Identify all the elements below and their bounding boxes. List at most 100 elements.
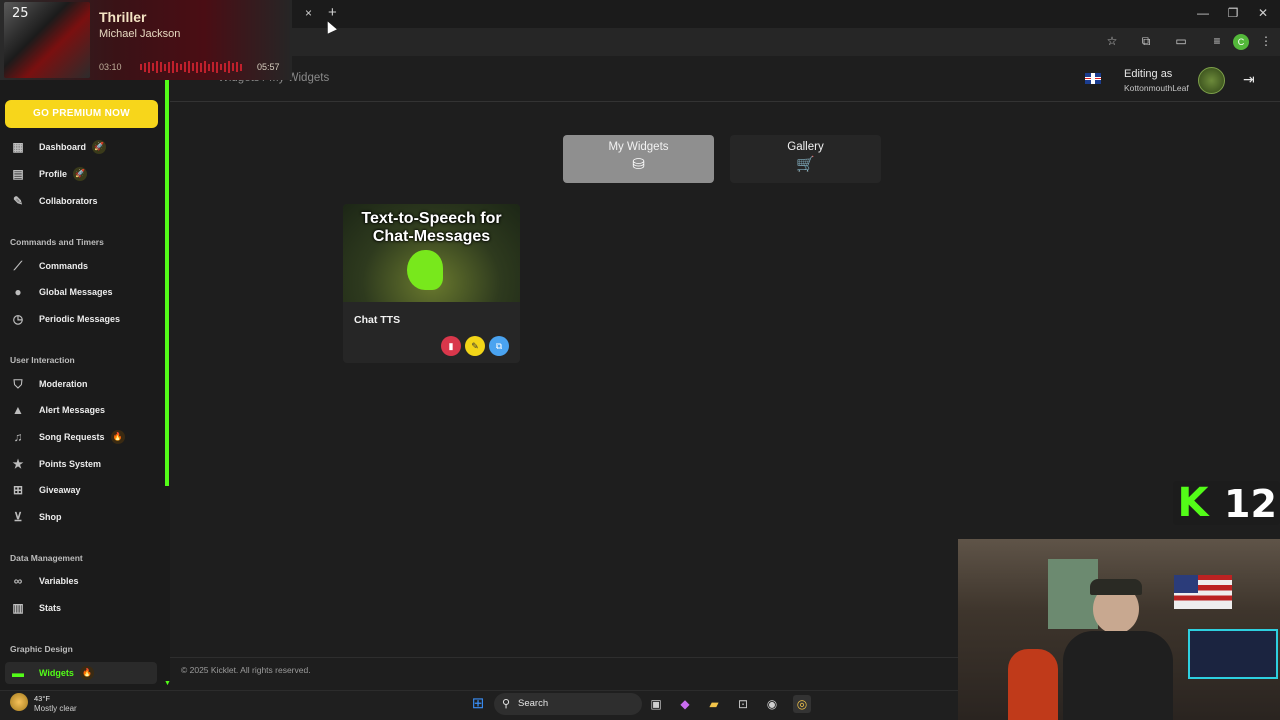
sidebar-item-profile[interactable]: ▤ Profile 🚀 (10, 164, 88, 184)
visualizer-bar (224, 62, 226, 72)
visualizer-bar (240, 63, 242, 71)
chrome-icon[interactable]: ◎ (793, 695, 811, 713)
visualizer-bar (204, 61, 206, 73)
sidebar-item-variables[interactable]: ∞ Variables (10, 571, 79, 591)
uk-flag-icon[interactable] (1085, 73, 1101, 84)
sidebar-scrollbar[interactable] (165, 56, 169, 486)
sidebar-item-song-requests[interactable]: ♫ Song Requests 🔥 (10, 427, 125, 447)
profile-avatar-icon[interactable]: C (1233, 34, 1249, 50)
copilot-icon[interactable]: ◆ (676, 695, 694, 713)
song-title: Thriller (99, 9, 147, 25)
visualizer-bar (152, 63, 154, 71)
edit-button[interactable]: ✎ (465, 336, 485, 356)
sidebar-item-label: Shop (39, 512, 62, 522)
album-art-number: 25 (12, 6, 29, 21)
sidebar-item-label: Moderation (39, 379, 88, 389)
copy-icon: ⧉ (495, 341, 503, 351)
visualizer-bar (144, 62, 146, 72)
tab-my-widgets[interactable]: My Widgets ⛁ (563, 135, 714, 183)
sidebar-item-global-messages[interactable]: ● Global Messages (10, 282, 112, 302)
pencil-icon: ✎ (471, 341, 479, 351)
sidebar-item-giveaway[interactable]: ⊞ Giveaway (10, 480, 81, 500)
flag-canton (1174, 575, 1198, 593)
gift-icon: ⊞ (12, 483, 24, 497)
widget-thumbnail[interactable]: Text-to-Speech for Chat-Messages (343, 204, 520, 302)
sidebar-item-moderation[interactable]: ⛉ Moderation (10, 374, 88, 394)
extensions-icon[interactable]: ⧉ (1138, 34, 1154, 50)
menu-dots-icon[interactable]: ⋮ (1258, 34, 1274, 50)
sidebar-item-label: Widgets (39, 668, 74, 678)
copy-button[interactable]: ⧉ (489, 336, 509, 356)
taskbar-search-label: Search (518, 698, 549, 709)
sidebar-item-label: Giveaway (39, 485, 81, 495)
scroll-down-icon[interactable]: ▼ (164, 680, 171, 687)
profile-icon: ▤ (12, 167, 24, 181)
webcam-feed (958, 539, 1280, 720)
dashboard-icon: ▦ (12, 140, 24, 154)
second-person (1008, 649, 1058, 720)
tab-gallery[interactable]: Gallery 🛒 (730, 135, 881, 183)
sidebar-item-label: Periodic Messages (39, 314, 121, 324)
link-icon: ∞ (13, 574, 23, 588)
sidebar-item-label: Collaborators (39, 196, 98, 206)
rocket-badge-icon: 🚀 (92, 140, 107, 154)
sidebar-item-label: Song Requests (39, 432, 105, 442)
visualizer-bar (172, 61, 174, 73)
weather-icon[interactable] (10, 693, 28, 711)
editing-username: KottonmouthLeaf (1124, 83, 1189, 93)
visualizer-bar (176, 62, 178, 72)
visualizer-bar (228, 61, 230, 73)
taskbar-search[interactable] (494, 693, 642, 715)
visualizer-bar (220, 64, 222, 70)
sidebar-item-label: Dashboard (39, 142, 87, 152)
section-title-graphic-design: Graphic Design (10, 644, 73, 654)
logout-icon[interactable]: ⇥ (1243, 71, 1261, 87)
delete-button[interactable]: ▮ (441, 336, 461, 356)
visualizer-bar (188, 61, 190, 73)
visualizer-bar (192, 63, 194, 71)
visualizer-bar (216, 61, 218, 73)
store-icon[interactable]: ⊡ (734, 695, 752, 713)
file-explorer-icon[interactable]: ▰ (705, 695, 723, 713)
monitor-image (1188, 629, 1278, 679)
minimize-icon[interactable]: — (1195, 6, 1211, 20)
sidebar-item-dashboard[interactable]: ▦ Dashboard 🚀 (10, 137, 107, 157)
visualizer-bar (168, 61, 170, 73)
restore-icon[interactable]: ❐ (1225, 6, 1241, 20)
sidebar-item-commands[interactable]: ⟋ Commands (10, 256, 88, 276)
task-view-icon[interactable]: ▣ (647, 695, 665, 713)
sidebar-item-widgets[interactable]: ▬ Widgets 🔥 (10, 663, 94, 683)
song-elapsed-time: 03:10 (99, 62, 122, 72)
sidebar-item-stats[interactable]: ▥ Stats (10, 598, 61, 618)
sidebar-item-periodic-messages[interactable]: ◷ Periodic Messages (10, 309, 120, 329)
avatar[interactable] (1198, 67, 1225, 94)
media-control-icon[interactable]: ≡ (1209, 34, 1225, 50)
tab-close-icon[interactable]: × (305, 6, 317, 20)
weather-description: Mostly clear (34, 704, 77, 713)
editing-as-label: Editing as (1124, 68, 1173, 80)
fire-badge-icon: 🔥 (79, 666, 94, 680)
alert-icon: ▲ (12, 403, 24, 417)
new-tab-icon[interactable]: + (328, 4, 337, 21)
sidebar-item-alert-messages[interactable]: ▲ Alert Messages (10, 400, 105, 420)
steam-icon[interactable]: ◉ (763, 695, 781, 713)
cast-icon[interactable]: ▭ (1173, 34, 1189, 50)
window-close-icon[interactable]: ✕ (1255, 6, 1271, 20)
sidebar-item-collaborators[interactable]: ✎ Collaborators (10, 191, 98, 211)
sidebar-item-shop[interactable]: ⊻ Shop (10, 507, 62, 527)
windows-start-icon[interactable]: ⊞ (469, 695, 487, 713)
wand-icon: ⟋ (13, 259, 23, 273)
song-artist: Michael Jackson (99, 28, 181, 40)
visualizer-bar (160, 62, 162, 72)
bookmark-star-icon[interactable]: ☆ (1104, 34, 1120, 50)
go-premium-button[interactable]: GO PREMIUM NOW (5, 100, 158, 128)
rocket-badge-icon: 🚀 (73, 167, 88, 181)
visualizer-bar (180, 64, 182, 70)
visualizer-bar (200, 62, 202, 72)
song-total-time: 05:57 (257, 62, 280, 72)
kick-logo-icon: K (1177, 480, 1209, 526)
shield-icon: ⛉ (13, 377, 23, 391)
sidebar-item-points-system[interactable]: ★ Points System (10, 454, 101, 474)
footer-divider (170, 657, 960, 658)
sidebar-item-label: Variables (39, 576, 79, 586)
